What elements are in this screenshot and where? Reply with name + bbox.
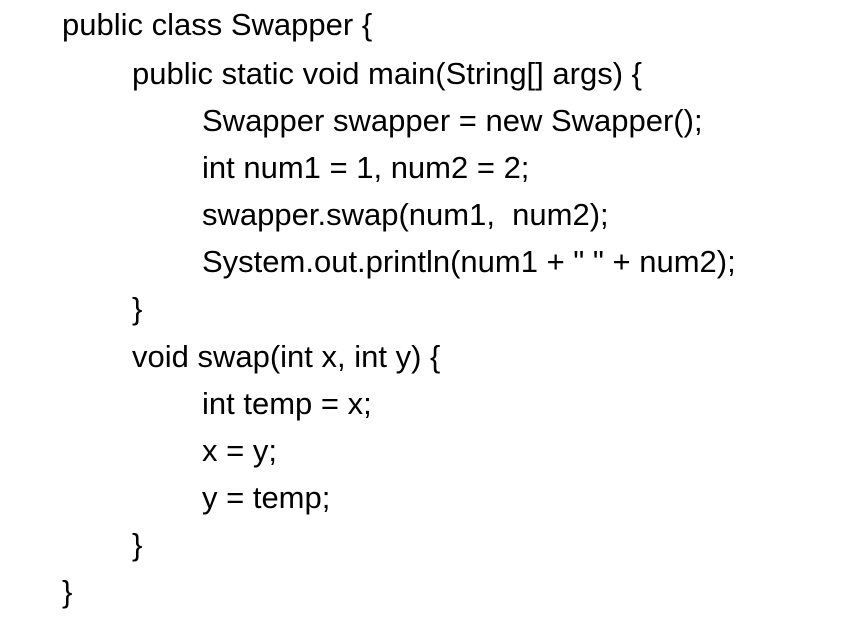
- code-line-y-assign: y = temp;: [202, 480, 331, 515]
- code-line-swap-call: swapper.swap(num1, num2);: [202, 197, 609, 232]
- code-block: public class Swapper { public static voi…: [0, 0, 846, 622]
- code-line-println: System.out.println(num1 + " " + num2);: [202, 244, 736, 279]
- code-line-new-swapper: Swapper swapper = new Swapper();: [202, 103, 703, 138]
- code-line-swap-method: void swap(int x, int y) {: [132, 339, 441, 374]
- code-line-class-close: }: [62, 574, 73, 609]
- code-line-int-declaration: int num1 = 1, num2 = 2;: [202, 150, 530, 185]
- code-line-x-assign: x = y;: [202, 433, 277, 468]
- code-line-temp-assign: int temp = x;: [202, 386, 372, 421]
- code-line-main-method: public static void main(String[] args) {: [132, 56, 642, 91]
- code-line-swap-close: }: [132, 527, 143, 562]
- code-line-class-declaration: public class Swapper {: [62, 7, 373, 42]
- code-line-main-close: }: [132, 291, 143, 326]
